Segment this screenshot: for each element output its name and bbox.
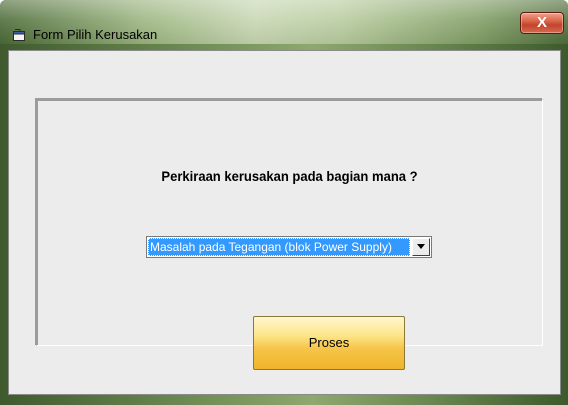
combobox-selected-value: Masalah pada Tegangan (blok Power Supply… [148, 238, 410, 256]
close-icon: X [536, 14, 547, 31]
proses-button[interactable]: Proses [253, 316, 405, 370]
question-label: Perkiraan kerusakan pada bagian mana ? [161, 168, 418, 184]
close-button[interactable]: X [520, 12, 564, 34]
group-frame: Perkiraan kerusakan pada bagian mana ? M… [36, 99, 543, 370]
window-title: Form Pilih Kerusakan [33, 27, 158, 42]
chevron-down-icon [417, 244, 425, 249]
form-icon [12, 28, 26, 42]
client-area: Perkiraan kerusakan pada bagian mana ? M… [8, 50, 561, 395]
title-bar[interactable]: Form Pilih Kerusakan X [0, 0, 568, 44]
damage-combobox[interactable]: Masalah pada Tegangan (blok Power Supply… [146, 236, 432, 258]
combobox-dropdown-button[interactable] [412, 238, 430, 256]
window-frame: Form Pilih Kerusakan X Perkiraan kerusak… [0, 0, 568, 405]
